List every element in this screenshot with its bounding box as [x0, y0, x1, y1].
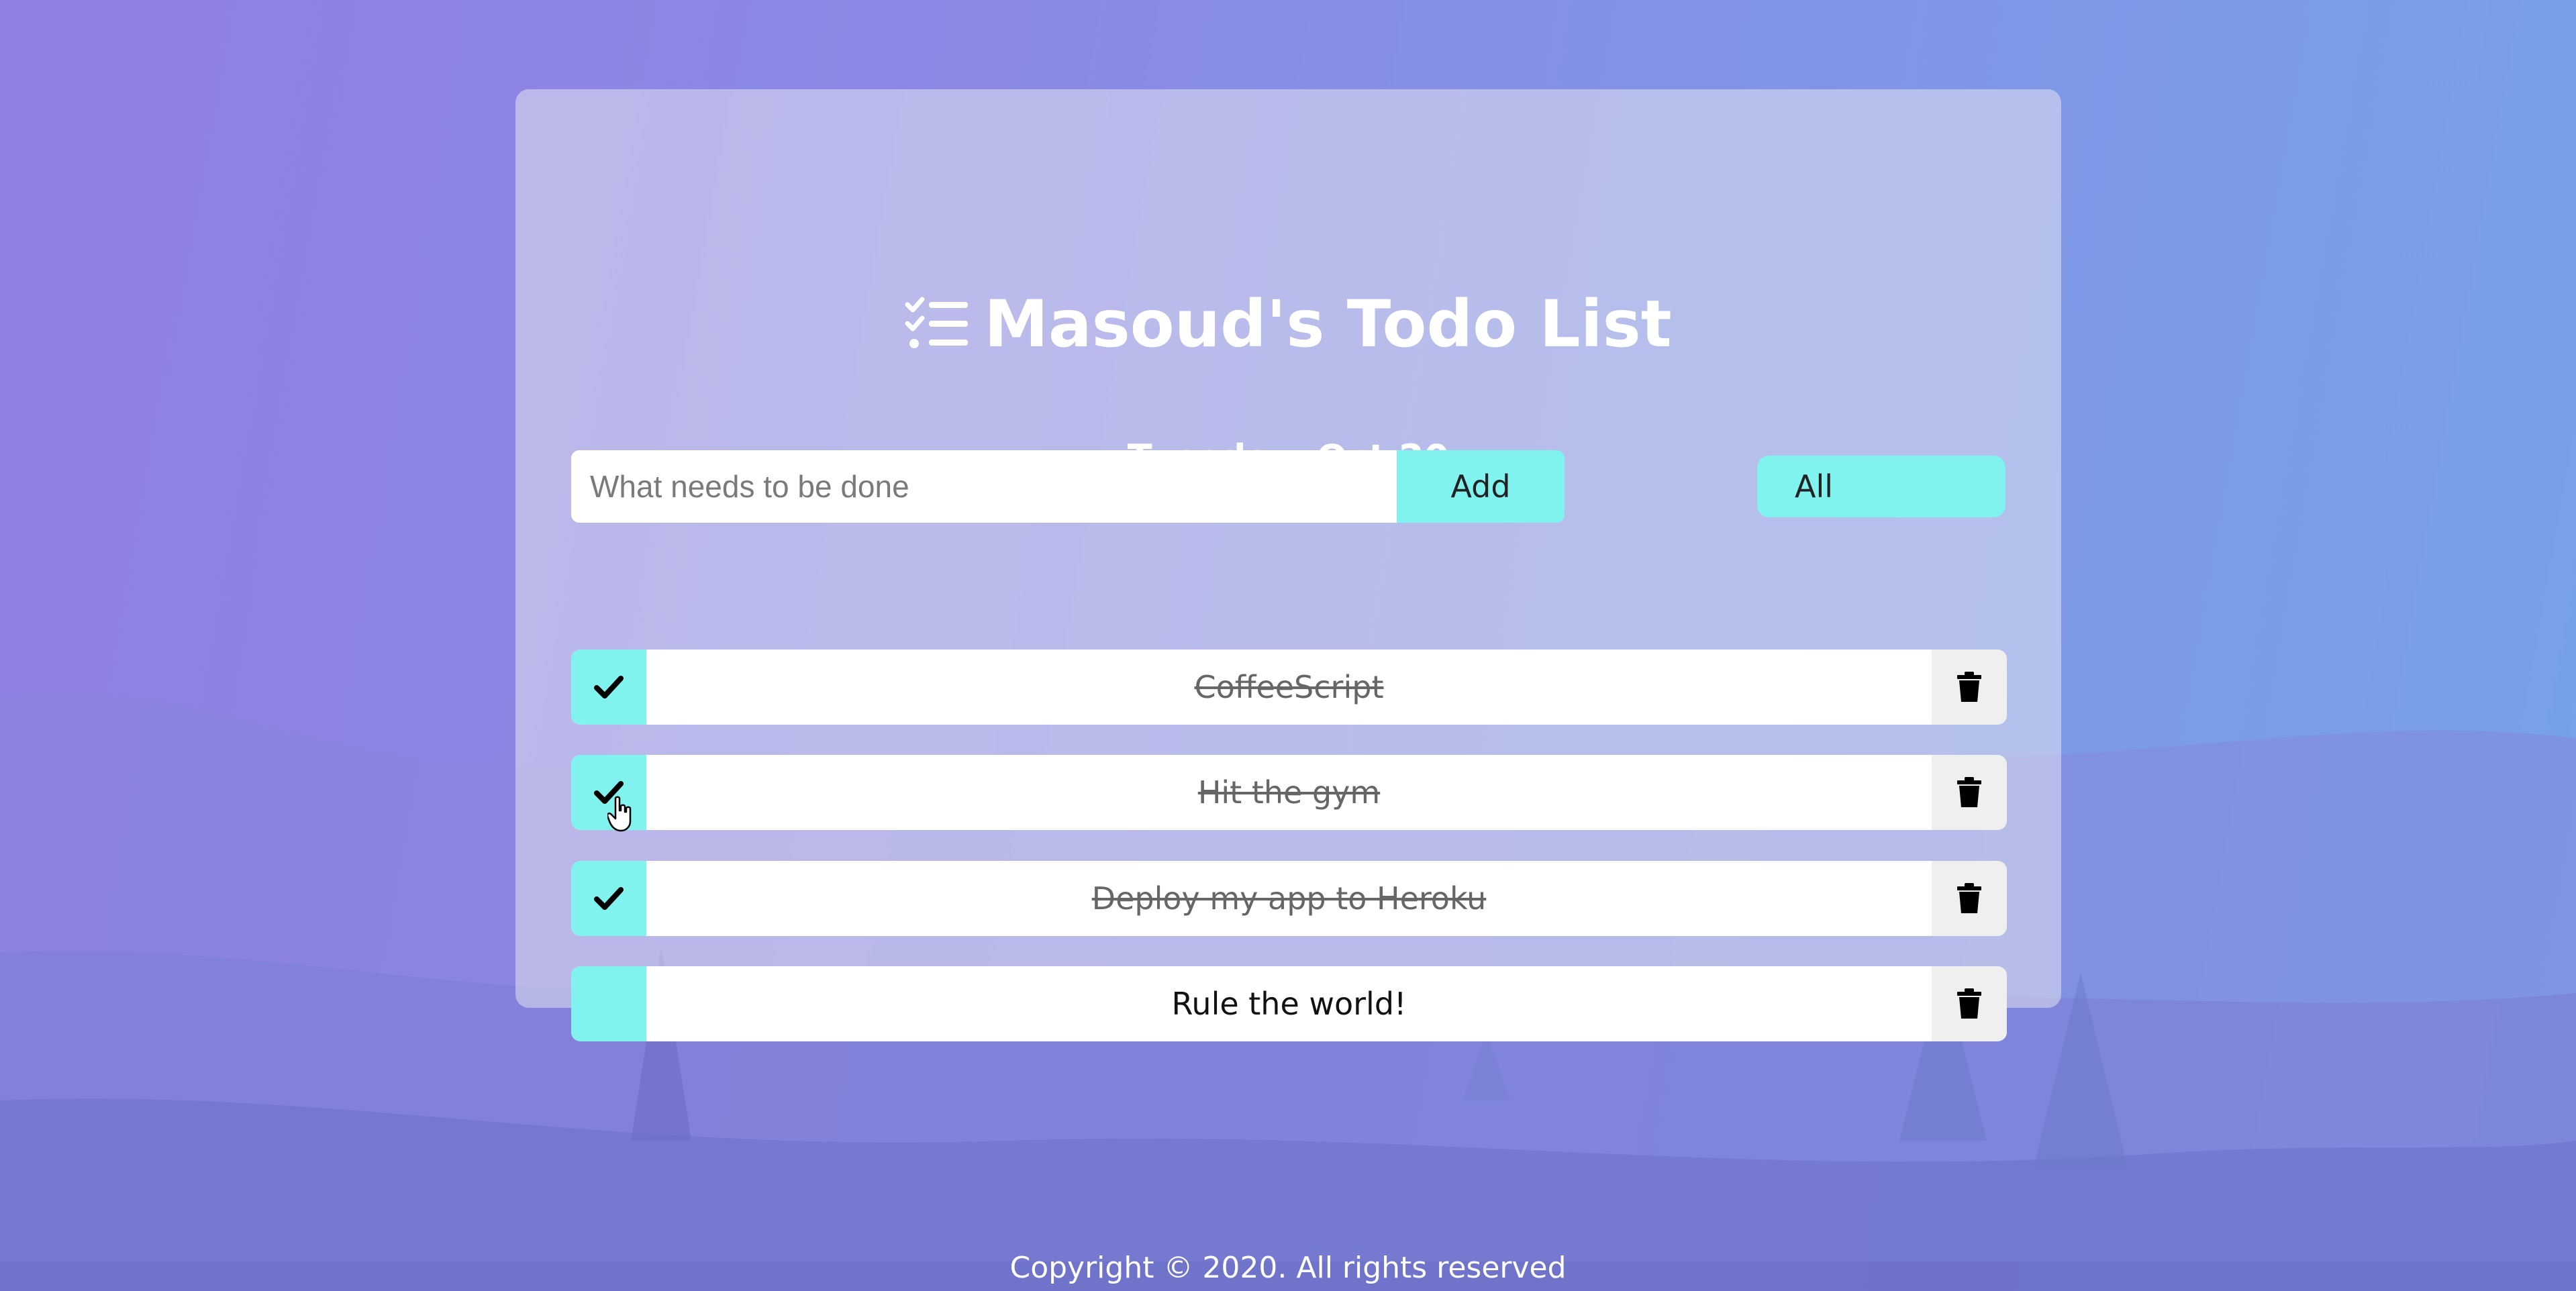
filter-selected-label: All	[1795, 468, 1834, 505]
list-check-icon	[905, 297, 969, 348]
footer-copyright: Copyright © 2020. All rights reserved	[1009, 1251, 1567, 1285]
trash-icon	[1957, 883, 1981, 913]
delete-button[interactable]	[1932, 861, 2007, 936]
todo-text: CoffeeScript	[1194, 669, 1384, 705]
trash-icon	[1957, 672, 1981, 702]
complete-button[interactable]	[571, 650, 646, 725]
todo-text: Deploy my app to Heroku	[1091, 880, 1487, 917]
new-todo-form: Add	[571, 450, 1565, 523]
trash-icon	[1957, 988, 1981, 1019]
app-title: Masoud's Todo List	[984, 287, 1672, 362]
page-title: Masoud's Todo List	[515, 280, 2061, 368]
trash-icon	[1957, 777, 1981, 807]
filter-select[interactable]: All	[1757, 456, 2005, 517]
complete-button[interactable]	[571, 861, 646, 936]
hand-cursor-icon	[607, 796, 632, 832]
add-button[interactable]: Add	[1397, 450, 1565, 523]
todo-text: Hit the gym	[1197, 774, 1381, 811]
complete-button[interactable]	[571, 966, 646, 1041]
todo-text: Rule the world!	[1171, 986, 1407, 1022]
delete-button[interactable]	[1932, 755, 2007, 830]
todo-item: Rule the world!	[571, 966, 2007, 1041]
todo-item: Deploy my app to Heroku	[571, 861, 2007, 936]
todo-item: CoffeeScript	[571, 650, 2007, 725]
delete-button[interactable]	[1932, 650, 2007, 725]
delete-button[interactable]	[1932, 966, 2007, 1041]
todo-item: Hit the gym	[571, 755, 2007, 830]
check-icon	[594, 887, 624, 910]
todo-card: Masoud's Todo List Tuesday, Oct 20 Add A…	[515, 89, 2061, 1041]
new-todo-input[interactable]	[571, 450, 1397, 523]
check-icon	[594, 676, 624, 699]
